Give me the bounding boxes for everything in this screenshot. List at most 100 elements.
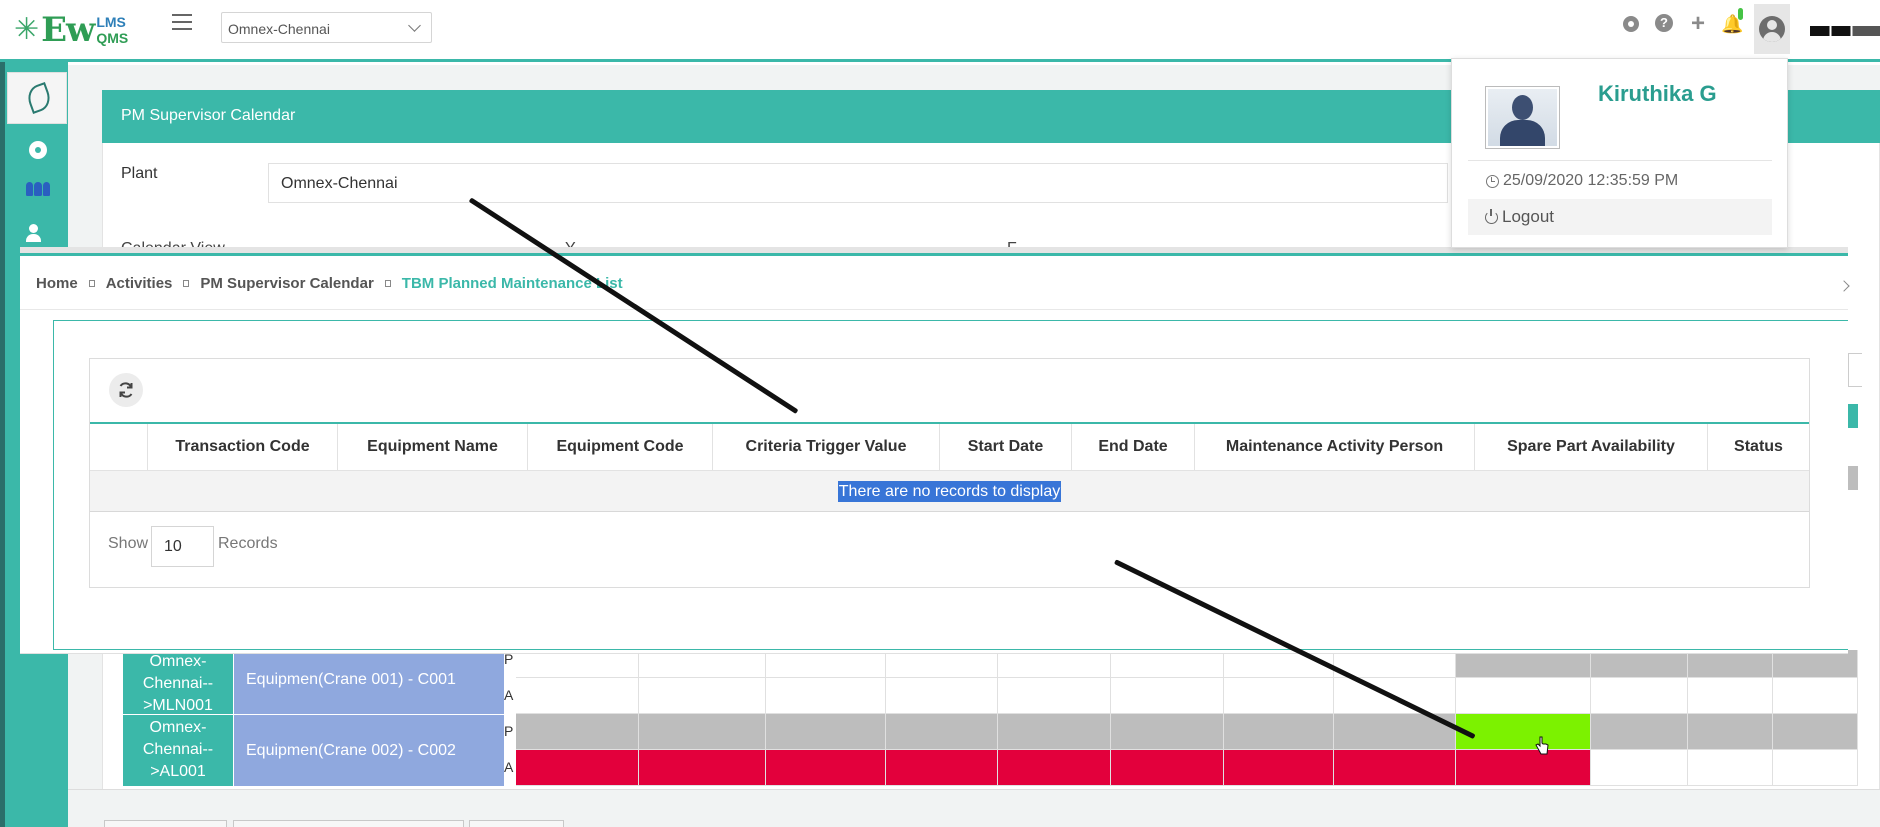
- breadcrumb-separator-icon: [88, 280, 95, 287]
- calendar-day-cell[interactable]: [998, 678, 1111, 714]
- calendar-day-cell[interactable]: [1773, 714, 1858, 750]
- column-header-equipment-name[interactable]: Equipment Name: [338, 424, 528, 470]
- column-header-maintenance-activity-person[interactable]: Maintenance Activity Person: [1195, 424, 1475, 470]
- refresh-button[interactable]: [109, 373, 143, 407]
- help-icon[interactable]: ?: [1655, 14, 1675, 34]
- clock-icon: [1486, 174, 1499, 188]
- breadcrumb: Home Activities PM Supervisor Calendar T…: [20, 258, 1848, 310]
- sidebar-item-user-check[interactable]: [26, 224, 50, 244]
- calendar-day-cell[interactable]: [1456, 678, 1591, 714]
- calendar-day-cell[interactable]: [1591, 650, 1688, 678]
- calendar-day-cell[interactable]: [766, 750, 886, 786]
- calendar-day-cell[interactable]: [1224, 650, 1334, 678]
- bottom-tab[interactable]: [233, 820, 464, 827]
- calendar-day-cell[interactable]: [886, 650, 998, 678]
- breadcrumb-activities[interactable]: Activities: [106, 275, 173, 292]
- calendar-day-cell[interactable]: [516, 714, 639, 750]
- calendar-day-cell[interactable]: [1773, 650, 1858, 678]
- breadcrumb-separator-icon: [384, 280, 391, 287]
- calendar-day-cell[interactable]: [998, 750, 1111, 786]
- calendar-day-cell[interactable]: [1111, 714, 1224, 750]
- calendar-day-cell[interactable]: [998, 714, 1111, 750]
- hamburger-icon[interactable]: [172, 14, 192, 30]
- calendar-day-cell[interactable]: [1334, 750, 1456, 786]
- calendar-day-cell[interactable]: [1773, 678, 1858, 714]
- calendar-day-cell[interactable]: [1591, 750, 1688, 786]
- location-cell: Omnex- Chennai-- >MLN001: [123, 650, 233, 714]
- breadcrumb-pm-calendar[interactable]: PM Supervisor Calendar: [200, 275, 373, 292]
- plant-field[interactable]: Omnex-Chennai: [268, 163, 1448, 203]
- hand-cursor-icon: [1535, 736, 1549, 755]
- calendar-day-cell[interactable]: [639, 750, 766, 786]
- calendar-day-cell[interactable]: [1456, 650, 1591, 678]
- user-check-icon: [26, 224, 48, 242]
- calendar-day-cell[interactable]: [1591, 678, 1688, 714]
- logout-button[interactable]: Logout: [1468, 199, 1772, 235]
- column-header-select[interactable]: [90, 424, 148, 470]
- calendar-day-cell[interactable]: [766, 714, 886, 750]
- settings-icon[interactable]: [1621, 14, 1641, 34]
- column-header-spare-part-availability[interactable]: Spare Part Availability: [1475, 424, 1708, 470]
- plant-selector[interactable]: Omnex-Chennai: [221, 12, 432, 43]
- actual-label: A: [504, 687, 514, 703]
- sidebar-item-settings[interactable]: [26, 140, 50, 160]
- calendar-day-cell[interactable]: [516, 650, 639, 678]
- bell-icon[interactable]: 🔔: [1721, 8, 1743, 34]
- bottom-tab[interactable]: [104, 820, 227, 827]
- equipment-cell[interactable]: Equipmen(Crane 002) - C002: [234, 714, 504, 786]
- calendar-day-cell[interactable]: [639, 714, 766, 750]
- column-header-equipment-code[interactable]: Equipment Code: [528, 424, 713, 470]
- background-select-edge: [1848, 353, 1862, 387]
- breadcrumb-home[interactable]: Home: [36, 275, 78, 292]
- people-icon: [26, 182, 50, 196]
- empty-records-message: There are no records to display: [837, 481, 1062, 502]
- calendar-day-cell[interactable]: [1224, 678, 1334, 714]
- notification-badge: [1738, 8, 1743, 20]
- plant-selector-value: Omnex-Chennai: [228, 21, 330, 37]
- calendar-day-cell[interactable]: [639, 650, 766, 678]
- column-header-end-date[interactable]: End Date: [1072, 424, 1195, 470]
- user-login-time: 25/09/2020 12:35:59 PM: [1486, 172, 1678, 190]
- app-logo[interactable]: ✳ Ew LMS QMS: [14, 10, 128, 50]
- calendar-day-cell[interactable]: [1688, 750, 1773, 786]
- column-header-criteria-trigger-value[interactable]: Criteria Trigger Value: [713, 424, 940, 470]
- leaf-icon: [24, 82, 54, 114]
- calendar-day-cell[interactable]: [1688, 678, 1773, 714]
- calendar-day-cell[interactable]: [766, 650, 886, 678]
- sidebar-item-home[interactable]: [7, 72, 67, 124]
- calendar-day-cell[interactable]: [886, 678, 998, 714]
- calendar-day-cell[interactable]: [1111, 678, 1224, 714]
- sidebar-item-users[interactable]: [26, 182, 50, 202]
- calendar-day-cell[interactable]: [516, 678, 639, 714]
- column-header-status[interactable]: Status: [1708, 424, 1809, 470]
- calendar-day-cell[interactable]: [1224, 714, 1334, 750]
- calendar-day-cell[interactable]: [1456, 714, 1591, 750]
- calendar-day-cell[interactable]: [1456, 750, 1591, 786]
- calendar-day-cell[interactable]: [1111, 750, 1224, 786]
- calendar-day-cell[interactable]: [1111, 650, 1224, 678]
- calendar-day-cell[interactable]: [639, 678, 766, 714]
- records-label: Records: [218, 535, 278, 552]
- calendar-day-cell[interactable]: [1773, 750, 1858, 786]
- calendar-day-cell[interactable]: [766, 678, 886, 714]
- calendar-day-cell[interactable]: [1688, 714, 1773, 750]
- brand-logo: [1810, 26, 1880, 36]
- calendar-day-cell[interactable]: [1688, 650, 1773, 678]
- plus-icon[interactable]: +: [1688, 12, 1708, 36]
- calendar-day-cell[interactable]: [516, 750, 639, 786]
- user-avatar-button[interactable]: [1754, 4, 1790, 54]
- plant-label: Plant: [121, 165, 158, 182]
- user-avatar-icon: [1759, 16, 1785, 42]
- top-navbar: ✳ Ew LMS QMS Omnex-Chennai ? + 🔔: [0, 0, 1880, 62]
- empty-records-row: There are no records to display: [90, 470, 1809, 512]
- calendar-day-cell[interactable]: [886, 714, 998, 750]
- equipment-cell[interactable]: Equipmen(Crane 001) - C001: [234, 650, 504, 714]
- bottom-tab[interactable]: [469, 820, 564, 827]
- column-header-start-date[interactable]: Start Date: [940, 424, 1072, 470]
- column-header-transaction-code[interactable]: Transaction Code: [148, 424, 338, 470]
- calendar-day-cell[interactable]: [998, 650, 1111, 678]
- records-per-page-input[interactable]: 10: [151, 526, 214, 567]
- calendar-day-cell[interactable]: [1224, 750, 1334, 786]
- calendar-day-cell[interactable]: [1591, 714, 1688, 750]
- calendar-day-cell[interactable]: [886, 750, 998, 786]
